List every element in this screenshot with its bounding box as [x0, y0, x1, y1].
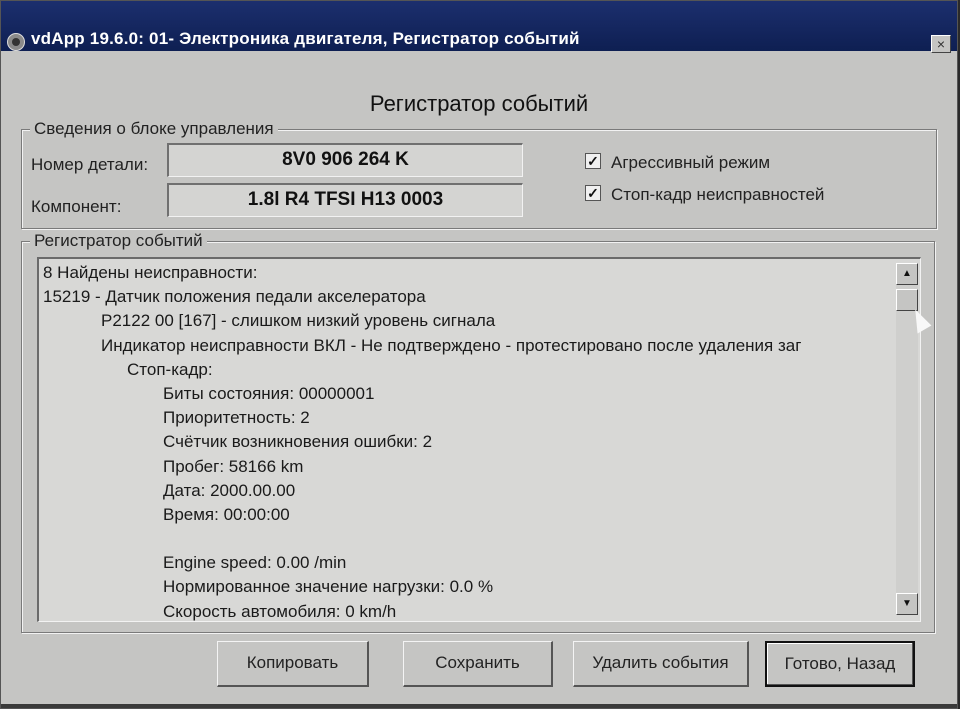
- part-number-label: Номер детали:: [31, 155, 149, 174]
- taskbar-strip: [1, 704, 957, 708]
- event-log-lines: 8 Найдены неисправности: 15219 - Датчик п…: [43, 261, 894, 621]
- log-line: P2122 00 [167] - слишком низкий уровень …: [101, 311, 496, 331]
- log-line: Пробег: 58166 km: [163, 456, 304, 476]
- log-line: Дата: 2000.00.00: [163, 480, 296, 500]
- close-icon[interactable]: ×: [931, 35, 951, 53]
- done-back-button[interactable]: Готово, Назад: [765, 641, 915, 687]
- copy-button[interactable]: Копировать: [217, 641, 369, 687]
- component-value: 1.8l R4 TFSI H13 0003: [167, 183, 523, 217]
- main-window: vdApp 19.6.0: 01- Электроника двигателя,…: [0, 0, 958, 709]
- page-title: Регистратор событий: [369, 91, 589, 116]
- scroll-up-icon[interactable]: ▲: [896, 263, 918, 285]
- log-line: Стоп-кадр:: [127, 359, 213, 379]
- log-line: Нормированное значение нагрузки: 0.0 %: [163, 577, 494, 597]
- app-icon[interactable]: [7, 33, 25, 51]
- part-number-value: 8V0 906 264 K: [167, 143, 523, 177]
- log-line: 15219 - Датчик положения педали акселера…: [43, 287, 426, 307]
- scroll-down-icon[interactable]: ▼: [896, 593, 918, 615]
- save-button[interactable]: Сохранить: [403, 641, 553, 687]
- log-line: Приоритетность: 2: [163, 408, 310, 428]
- aggressive-mode-label[interactable]: Агрессивный режим: [611, 153, 770, 173]
- component-label: Компонент:: [31, 197, 122, 216]
- freeze-frame-label[interactable]: Стоп-кадр неисправностей: [611, 185, 824, 205]
- event-log-legend: Регистратор событий: [30, 231, 207, 251]
- event-log-list[interactable]: 8 Найдены неисправности: 15219 - Датчик п…: [37, 257, 921, 622]
- log-line: Индикатор неисправности ВКЛ - Не подтвер…: [101, 335, 802, 355]
- scroll-thumb[interactable]: [896, 289, 918, 311]
- aggressive-mode-checkbox[interactable]: ✓: [585, 153, 601, 169]
- title-bar[interactable]: vdApp 19.6.0: 01- Электроника двигателя,…: [1, 1, 957, 53]
- delete-events-button[interactable]: Удалить события: [573, 641, 749, 687]
- control-unit-legend: Сведения о блоке управления: [30, 119, 278, 139]
- log-line: 8 Найдены неисправности:: [43, 263, 258, 282]
- log-line: Время: 00:00:00: [163, 504, 290, 524]
- freeze-frame-checkbox[interactable]: ✓: [585, 185, 601, 201]
- log-line: Счётчик возникновения ошибки: 2: [163, 432, 433, 452]
- window-title: vdApp 19.6.0: 01- Электроника двигателя,…: [31, 29, 580, 48]
- log-line: Engine speed: 0.00 /min: [163, 553, 347, 573]
- log-line: Биты состояния: 00000001: [163, 383, 375, 403]
- log-line: Скорость автомобиля: 0 km/h: [163, 601, 397, 621]
